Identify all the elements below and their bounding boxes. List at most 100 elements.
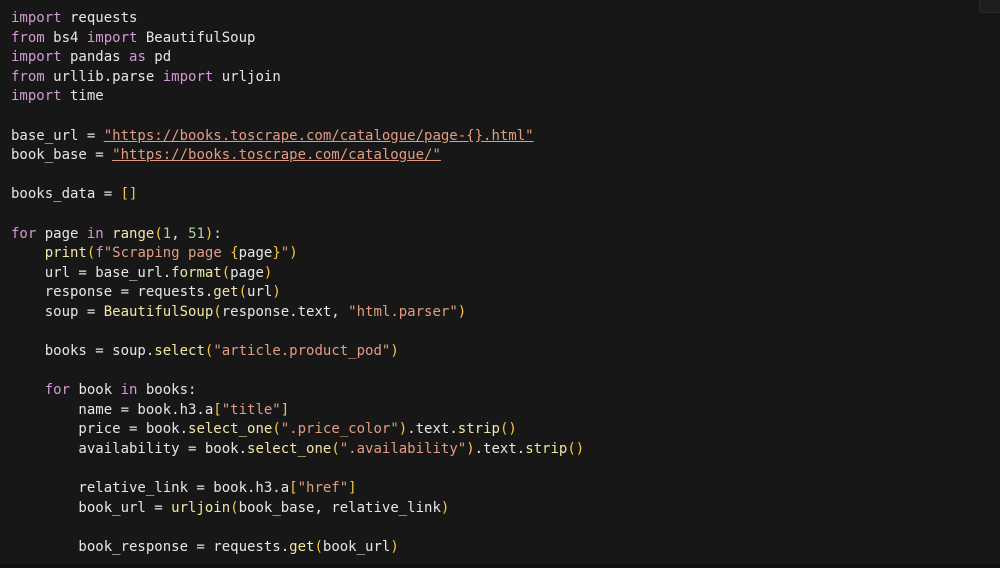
code-token: get <box>289 539 315 556</box>
code-token: page <box>238 245 273 262</box>
code-token: name = book.h3.a <box>11 401 214 418</box>
code-line: import requests <box>11 9 1000 29</box>
code-token: url = base_url. <box>11 264 172 281</box>
code-line: price = book.select_one(".price_color").… <box>11 420 1000 440</box>
code-token: [] <box>120 186 138 203</box>
code-token: "https://books.toscrape.com/catalogue/pa… <box>103 127 534 144</box>
code-token: requests <box>61 10 138 26</box>
code-token: " <box>280 245 290 262</box>
code-token: .text. <box>407 421 458 438</box>
code-token: price = book. <box>11 421 189 438</box>
code-token: .text. <box>474 441 526 458</box>
code-token: books: <box>137 382 197 399</box>
code-token: urllib.parse <box>44 68 163 85</box>
code-line: ​ <box>11 166 1000 186</box>
code-token: 1 <box>162 225 172 242</box>
code-token: book <box>70 382 121 399</box>
code-token: ) <box>263 264 273 281</box>
code-token: "html.parser" <box>348 303 458 320</box>
code-token: in <box>120 382 138 399</box>
code-token: () <box>499 421 517 438</box>
code-token: : <box>213 225 222 242</box>
code-token: from <box>11 68 45 85</box>
code-token: book_url = <box>11 499 172 516</box>
code-token: import <box>11 88 62 105</box>
code-token: urljoin <box>171 499 231 516</box>
code-line: name = book.h3.a["title"] <box>11 401 1000 421</box>
code-token: ( <box>272 421 281 438</box>
code-token: ) <box>466 441 475 458</box>
code-token: ( <box>213 303 222 320</box>
code-token: pandas <box>61 49 130 66</box>
code-token: BeautifulSoup <box>137 29 256 46</box>
horizontal-scrollbar[interactable] <box>0 564 1000 568</box>
code-token: in <box>86 225 104 242</box>
code-line: base_url = "https://books.toscrape.com/c… <box>11 127 1000 147</box>
code-token: ( <box>230 499 239 516</box>
code-token: for <box>44 382 71 399</box>
code-token: ".availability" <box>339 441 467 458</box>
code-token: ] <box>348 480 357 497</box>
code-token: "https://books.toscrape.com/catalogue/" <box>112 147 441 164</box>
code-token: book_url <box>322 539 391 556</box>
code-line: ​ <box>11 323 1000 343</box>
code-token: format <box>171 264 222 281</box>
code-token: ( <box>238 284 248 301</box>
code-token: [ <box>213 401 222 418</box>
code-token: strip <box>525 441 568 458</box>
code-line: ​ <box>11 460 1000 480</box>
code-token: url <box>247 284 273 301</box>
code-line: ​ <box>11 518 1000 538</box>
code-token: books_data = <box>11 186 121 203</box>
code-token: get <box>213 284 239 301</box>
code-line: relative_link = book.h3.a["href"] <box>11 479 1000 499</box>
code-token: from <box>11 29 45 46</box>
code-line: soup = BeautifulSoup(response.text, "htm… <box>11 303 1000 323</box>
code-token: strip <box>457 421 500 438</box>
code-token: time <box>61 88 104 105</box>
code-line: import pandas as pd <box>11 48 1000 68</box>
code-line: books_data = [] <box>11 185 1000 205</box>
code-token: "Scraping page <box>103 245 231 262</box>
code-token: for <box>11 225 37 242</box>
code-token: page <box>230 264 264 281</box>
code-body[interactable]: import requests from bs4 import Beautiful… <box>11 9 1000 558</box>
code-token: ( <box>331 441 340 458</box>
code-line: response = requests.get(url) <box>11 283 1000 303</box>
code-token: ) <box>390 343 399 360</box>
code-token: ( <box>221 264 231 281</box>
code-line: import time <box>11 87 1000 107</box>
code-line: ​ <box>11 205 1000 225</box>
code-token: ] <box>280 401 290 418</box>
code-line: from urllib.parse import urljoin <box>11 68 1000 88</box>
code-token: soup = <box>11 303 104 320</box>
code-token: () <box>567 441 585 458</box>
code-token: ) <box>272 284 281 301</box>
code-token: availability = book. <box>11 441 248 458</box>
code-token: select_one <box>188 421 273 438</box>
code-line: for page in range(1, 51): <box>11 225 1000 245</box>
code-token: ) <box>440 499 450 516</box>
code-token: import <box>11 10 62 26</box>
code-token: response = requests. <box>11 284 214 301</box>
code-line: book_response = requests.get(book_url) <box>11 538 1000 558</box>
copy-code-button[interactable] <box>979 0 1000 13</box>
code-token: ) <box>390 539 399 556</box>
code-line: book_url = urljoin(book_base, relative_l… <box>11 499 1000 519</box>
code-token: ".price_color" <box>280 421 399 438</box>
code-token: print <box>44 245 87 262</box>
code-editor[interactable]: import requests from bs4 import Beautiful… <box>0 0 1000 568</box>
code-token: BeautifulSoup <box>103 303 214 320</box>
code-token: books = soup. <box>11 343 155 360</box>
code-token: book_response = requests. <box>11 539 290 556</box>
code-token: range <box>112 225 155 242</box>
code-token: base_url = <box>11 127 104 144</box>
code-line: ​ <box>11 107 1000 127</box>
code-token: ( <box>154 225 163 242</box>
code-token: 51 <box>188 225 205 242</box>
code-token: import <box>162 68 214 85</box>
code-token: { <box>230 245 239 262</box>
code-line: print(f"Scraping page {page}") <box>11 244 1000 264</box>
code-token: urljoin <box>213 68 281 85</box>
